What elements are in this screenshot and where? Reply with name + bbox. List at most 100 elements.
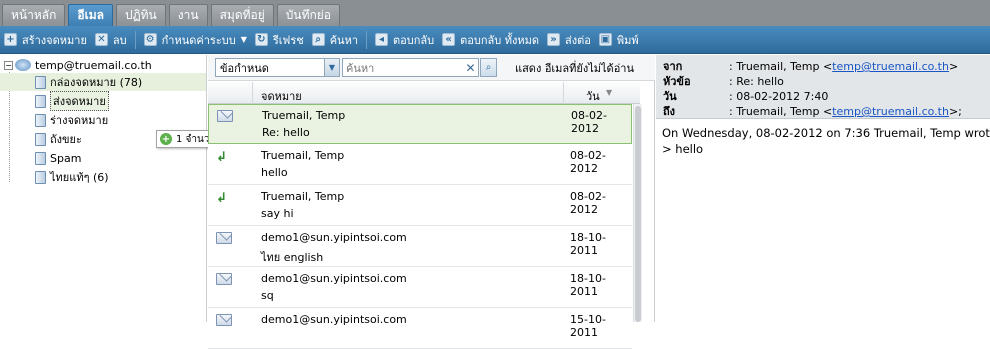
folder-tree: − temp@truemail.co.th กล่องจดหมาย (78) ส… (0, 55, 207, 322)
message-sender: Truemail, Temp (262, 109, 346, 122)
forward-button[interactable]: » ส่งต่อ (547, 31, 591, 49)
to-value: : Truemail, Temp < (729, 105, 833, 118)
collapse-icon[interactable]: − (4, 60, 13, 70)
to-email-link[interactable]: temp@truemail.co.th (832, 105, 949, 118)
message-preview-pane: จาก: Truemail, Temp <temp@truemail.co.th… (656, 55, 990, 322)
message-date: 18-10-2011 (570, 231, 606, 257)
message-row[interactable]: Truemail, Temp Re: hello 08-02-2012 (208, 104, 632, 144)
sort-down-icon[interactable]: ▼ (606, 88, 612, 97)
folder-trash[interactable]: ถังขยะ (35, 130, 82, 148)
folder-label: ถังขยะ (50, 133, 82, 146)
message-subject: ไทย english (261, 251, 324, 264)
reply-button[interactable]: ◂ ตอบกลับ (375, 31, 434, 49)
folder-label: ส่งจดหมาย (50, 91, 109, 111)
new-mail-button[interactable]: + สร้างจดหมาย (4, 31, 87, 49)
folder-sent[interactable]: ส่งจดหมาย (35, 91, 109, 111)
folder-label: กล่องจดหมาย (78) (50, 76, 143, 89)
message-sender: demo1@sun.yipintsoi.com (261, 272, 407, 285)
search-placeholder: ค้นหา (346, 61, 375, 75)
account-label: temp@truemail.co.th (35, 58, 152, 72)
message-row[interactable]: ↲ Truemail, Temp hello 08-02-2012 (208, 145, 632, 185)
delete-x-icon: ✕ (94, 33, 108, 46)
message-sender: Truemail, Temp (261, 190, 345, 203)
tab-email[interactable]: อีเมล (68, 4, 113, 26)
header-date-row: วัน: 08-02-2012 7:40 (663, 87, 828, 103)
print-label: พิมพ์ (616, 33, 639, 47)
message-body: On Wednesday, 08-02-2012 on 7:36 Truemai… (662, 125, 990, 157)
scrollbar-thumb[interactable] (635, 106, 641, 322)
message-row[interactable]: ↲ Truemail, Temp say hi 08-02-2012 (208, 186, 632, 226)
body-quoted-text: > hello (662, 142, 704, 156)
column-divider (563, 82, 564, 104)
tab-notes[interactable]: บันทึกย่อ (276, 4, 340, 26)
refresh-button[interactable]: ↻ รีเฟรช (254, 31, 304, 49)
envelope-icon (216, 314, 232, 327)
message-sender: demo1@sun.yipintsoi.com (261, 231, 407, 244)
search-input[interactable]: ค้นหา (342, 58, 479, 77)
folder-spam[interactable]: Spam (35, 149, 81, 167)
folder-drafts[interactable]: ร่างจดหมาย (35, 111, 108, 129)
clear-search-icon[interactable]: ✕ (463, 58, 478, 77)
list-column-header: จดหมาย วัน ▼ (208, 82, 640, 104)
search-icon: ⌕ (311, 33, 325, 46)
message-subject: say hi (261, 207, 294, 220)
refresh-icon: ↻ (254, 33, 268, 46)
column-mail[interactable]: จดหมาย (261, 87, 302, 105)
column-divider (252, 82, 253, 104)
forward-label: ส่งต่อ (565, 33, 591, 47)
to-label: ถึง (663, 105, 676, 118)
list-scrollbar[interactable] (633, 104, 642, 322)
refresh-label: รีเฟรช (272, 33, 304, 47)
envelope-icon (217, 110, 233, 123)
folder-custom[interactable]: ไทยแท้ๆ (6) (35, 168, 109, 186)
message-row[interactable]: demo1@sun.yipintsoi.com sq 18-10-2011 (208, 268, 632, 308)
message-row[interactable]: demo1@sun.yipintsoi.com ไทย english 18-1… (208, 227, 632, 267)
search-icon: ⌕ (485, 62, 492, 73)
from-email-link[interactable]: temp@truemail.co.th (832, 60, 949, 73)
reply-all-label: ตอบกลับ ทั้งหมด (460, 33, 540, 47)
delete-button[interactable]: ✕ ลบ (94, 31, 127, 49)
envelope-icon (216, 232, 232, 245)
column-date[interactable]: วัน (586, 87, 600, 105)
message-row[interactable]: demo1@sun.yipintsoi.com 15-10-2011 (208, 309, 632, 349)
tab-address-book[interactable]: สมุดที่อยู่ (210, 4, 274, 26)
print-button[interactable]: ▣ พิมพ์ (598, 31, 639, 49)
show-unread-link[interactable]: แสดง อีเมลที่ยังไม่ได้อ่าน (515, 59, 634, 77)
search-button[interactable]: ⌕ ค้นหา (311, 31, 359, 49)
reply-arrow-icon: ↲ (216, 150, 227, 165)
forward-icon: » (547, 33, 561, 46)
header-subject-row: หัวข้อ: Re: hello (663, 72, 784, 88)
search-label: ค้นหา (329, 33, 359, 47)
folder-icon (35, 113, 46, 127)
chevron-down-icon[interactable]: ▼ (324, 59, 339, 76)
envelope-icon (216, 273, 232, 286)
mail-toolbar: + สร้างจดหมาย ✕ ลบ ⚙ กำหนดค่าระบบ ▼ ↻ รี… (0, 26, 990, 54)
main-tab-bar: หน้าหลัก อีเมล ปฏิทิน งาน สมุดที่อยู่ บั… (0, 0, 990, 26)
message-subject: Re: hello (262, 126, 310, 139)
account-icon (15, 59, 31, 71)
from-close: > (948, 60, 959, 73)
folder-icon (35, 170, 46, 184)
folder-icon (35, 94, 46, 108)
tab-home[interactable]: หน้าหลัก (2, 4, 66, 26)
message-list-pane: ข้อกำหนด ▼ ค้นหา ✕ ⌕ แสดง อีเมลที่ยังไม่… (208, 55, 655, 349)
new-mail-label: สร้างจดหมาย (22, 33, 87, 47)
header-from-row: จาก: Truemail, Temp <temp@truemail.co.th… (663, 57, 959, 73)
reply-all-button[interactable]: « ตอบกลับ ทั้งหมด (442, 31, 539, 49)
search-go-button[interactable]: ⌕ (480, 58, 497, 77)
add-icon: + (160, 133, 172, 145)
tab-tasks[interactable]: งาน (168, 4, 208, 26)
folder-label: ร่างจดหมาย (50, 114, 109, 127)
header-to-row: ถึง : Truemail, Temp <temp@truemail.co.th… (663, 102, 962, 118)
settings-menu-button[interactable]: ⚙ กำหนดค่าระบบ ▼ (143, 31, 247, 49)
folder-icon (35, 132, 46, 146)
tab-calendar[interactable]: ปฏิทิน (115, 4, 166, 26)
gear-icon: ⚙ (143, 33, 157, 46)
message-date: 08-02-2012 (570, 190, 606, 216)
filter-select[interactable]: ข้อกำหนด ▼ (215, 58, 340, 77)
to-close: >; (948, 105, 962, 118)
account-node[interactable]: − temp@truemail.co.th (4, 56, 152, 74)
message-header: จาก: Truemail, Temp <temp@truemail.co.th… (656, 55, 990, 119)
folder-inbox[interactable]: กล่องจดหมาย (78) (35, 73, 142, 91)
message-date: 08-02-2012 (571, 109, 607, 135)
